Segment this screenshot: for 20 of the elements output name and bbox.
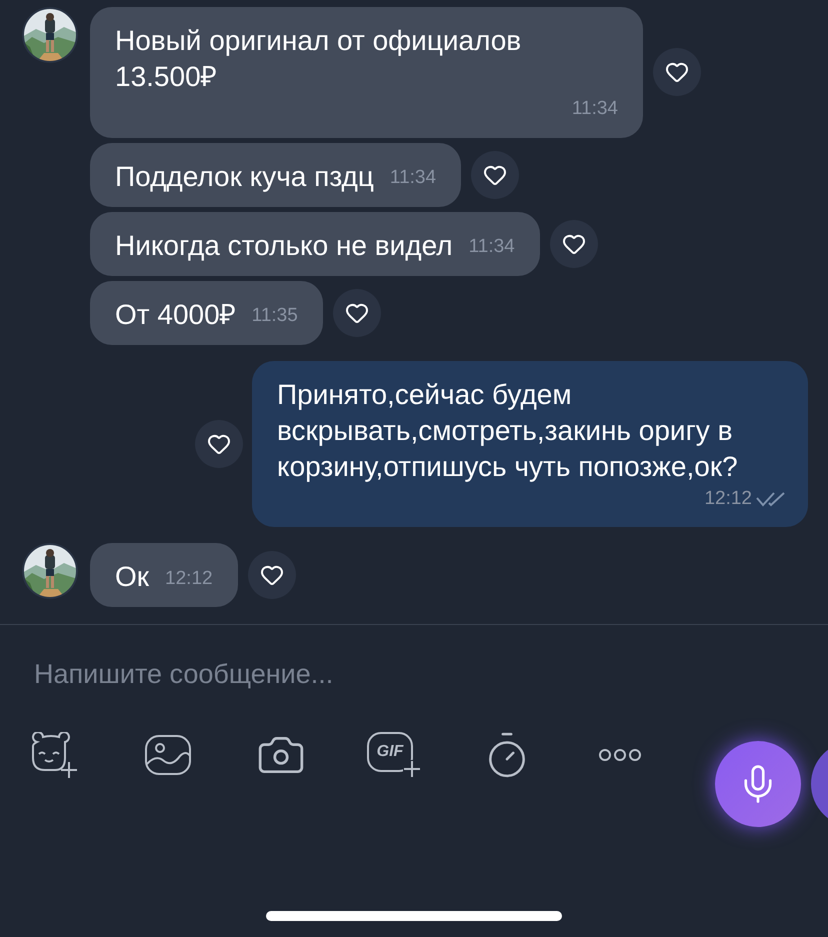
message-text: Никогда столько не видел [115,228,453,263]
heart-icon [260,563,284,587]
message-text: Ок [115,560,150,594]
message-time: 11:34 [468,235,515,259]
more-icon[interactable] [598,748,642,762]
message-time: 12:12 [704,486,752,510]
message-time: 11:35 [252,304,298,328]
message-time: 11:34 [572,97,618,121]
message-text: Принято,сейчас будем вскрывать,смотреть,закинь оригу в корзину,отпишусь чуть попозже,ок? [277,378,739,484]
image-icon[interactable] [144,734,192,776]
message-time: 11:34 [390,166,436,190]
like-button[interactable] [195,420,243,468]
like-button[interactable] [653,48,701,96]
voice-record-button[interactable] [715,741,801,827]
message-time: 12:12 [165,566,213,590]
message-text: Новый оригинал от официалов 13.500₽ [115,24,522,94]
message-text: От 4000₽ [115,298,236,332]
message-text: Подделок куча пздц [115,160,374,194]
message-input[interactable]: Напишите сообщение... [34,654,802,694]
heart-icon [665,60,689,84]
